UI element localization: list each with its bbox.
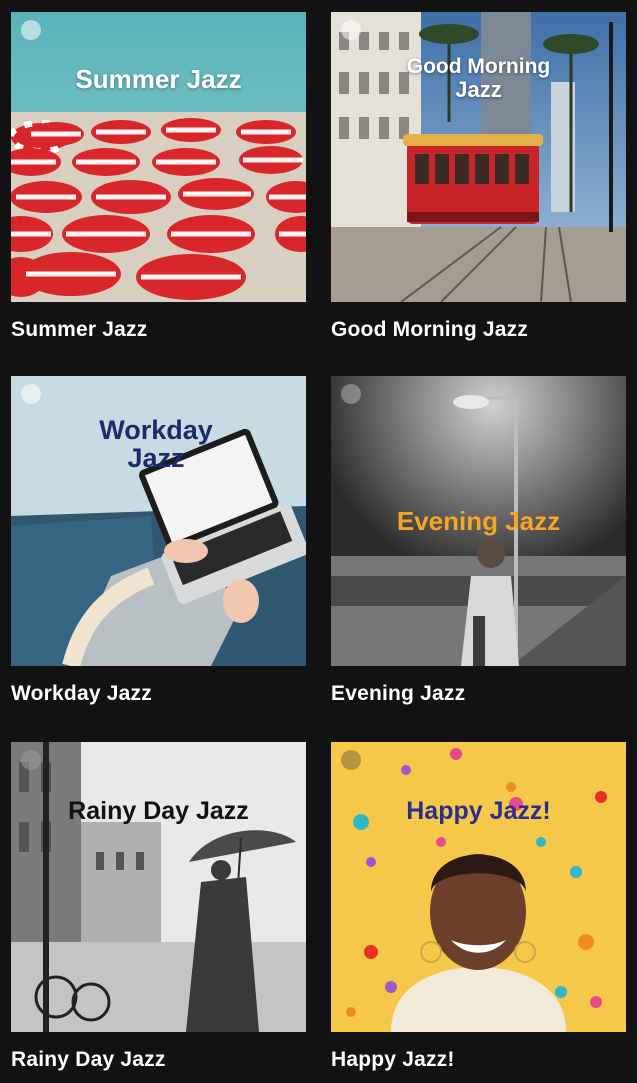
spotify-icon [341,20,361,40]
playlist-card-happy-jazz[interactable]: Happy Jazz! Happy Jazz! [331,742,626,1071]
cover-title: Evening Jazz [396,506,561,536]
spotify-icon [21,750,41,770]
cover-title: Rainy Day Jazz [68,797,249,825]
happy-jazz-cover-art [331,742,626,1032]
summer-jazz-cover-art [11,12,306,302]
cover-title-line-1: Good Morning [406,55,551,78]
cover-title: Workday Jazz [71,416,241,473]
cover-title-line-2: Jazz [455,77,502,103]
playlist-name[interactable]: Summer Jazz [11,318,147,342]
playlist-name[interactable]: Evening Jazz [331,682,465,706]
playlist-card-workday-jazz[interactable]: Workday Jazz Workday Jazz [11,376,306,705]
playlist-card-evening-jazz[interactable]: Evening Jazz Evening Jazz [331,376,626,705]
playlist-card-summer-jazz[interactable]: Summer Jazz Summer Jazz [11,12,306,341]
playlist-card-good-morning-jazz[interactable]: Good Morning Jazz Good Morning Jazz [331,12,626,341]
playlist-card-rainy-day-jazz[interactable]: Rainy Day Jazz Rainy Day Jazz [11,742,306,1071]
playlist-cover-evening-jazz[interactable]: Evening Jazz [331,376,626,666]
playlist-name[interactable]: Rainy Day Jazz [11,1048,166,1072]
spotify-icon [21,384,41,404]
playlist-cover-good-morning-jazz[interactable]: Good Morning Jazz [331,12,626,302]
cover-title-line-1: Workday [99,415,213,445]
playlist-name[interactable]: Happy Jazz! [331,1048,455,1072]
cover-title: Happy Jazz! [406,797,551,825]
rainy-day-jazz-cover-art [11,742,306,1032]
spotify-icon [341,750,361,770]
playlist-name[interactable]: Workday Jazz [11,682,152,706]
playlist-cover-rainy-day-jazz[interactable]: Rainy Day Jazz [11,742,306,1032]
cover-title: Good Morning Jazz [331,55,626,103]
cover-title-line-2: Jazz [127,443,185,474]
spotify-icon [341,384,361,404]
playlist-cover-summer-jazz[interactable]: Summer Jazz [11,12,306,302]
playlist-cover-happy-jazz[interactable]: Happy Jazz! [331,742,626,1032]
spotify-icon [21,20,41,40]
cover-title: Summer Jazz [75,64,242,94]
playlist-name[interactable]: Good Morning Jazz [331,318,528,342]
playlist-cover-workday-jazz[interactable]: Workday Jazz [11,376,306,666]
